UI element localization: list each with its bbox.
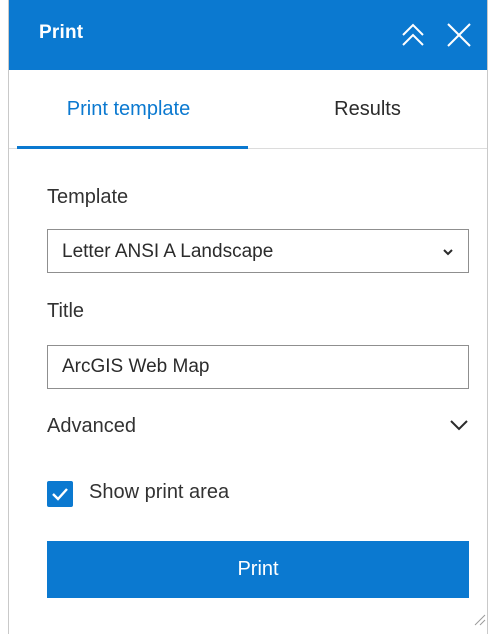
advanced-toggle[interactable]: Advanced	[47, 408, 469, 448]
title-label: Title	[47, 300, 85, 322]
template-select[interactable]: Letter ANSI A Landscape	[47, 229, 469, 273]
panel-title: Print	[39, 22, 84, 43]
panel-header: Print	[9, 0, 487, 70]
chevron-down-icon	[443, 249, 453, 256]
print-panel: Print Print template Results Template Le…	[8, 0, 488, 634]
close-button[interactable]	[442, 18, 476, 52]
resize-handle-icon[interactable]	[472, 612, 486, 626]
show-print-area-checkbox[interactable]	[47, 481, 73, 507]
title-input[interactable]	[47, 345, 469, 389]
checkmark-icon	[52, 488, 68, 501]
show-print-area-label: Show print area	[89, 481, 230, 503]
close-icon	[447, 23, 471, 47]
template-label: Template	[47, 186, 129, 208]
advanced-label: Advanced	[47, 415, 136, 437]
collapse-button[interactable]	[396, 18, 430, 52]
tab-bar: Print template Results	[9, 70, 487, 149]
template-select-value: Letter ANSI A Landscape	[62, 241, 274, 262]
tab-print-template-label: Print template	[66, 98, 191, 120]
chevron-down-icon	[450, 420, 468, 431]
double-chevron-up-icon	[402, 23, 424, 46]
tab-results-label: Results	[334, 98, 401, 120]
active-tab-indicator	[17, 146, 248, 149]
print-button[interactable]: Print	[47, 541, 469, 598]
tab-print-template[interactable]: Print template	[9, 70, 248, 149]
tab-results[interactable]: Results	[248, 70, 487, 148]
show-print-area-option[interactable]: Show print area	[47, 476, 347, 512]
